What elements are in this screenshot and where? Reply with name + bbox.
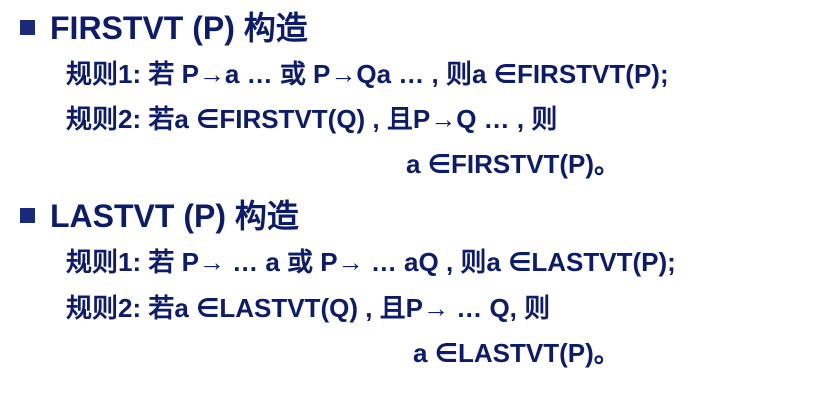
lastvt-rule-1: 规则1: 若 P→ … a 或 P→ … aQ , 则a ∈LASTVT(P);	[66, 247, 676, 277]
bullet-square-icon	[20, 20, 35, 35]
lastvt-rule-2: 规则2: 若a ∈LASTVT(Q) , 且P→ … Q, 则	[66, 293, 551, 323]
bullet-square-icon	[20, 208, 35, 223]
lastvt-rule-2-continuation: a ∈LASTVT(P)。	[413, 338, 620, 368]
firstvt-rule-1: 规则1: 若 P→a … 或 P→Qa … , 则a ∈FIRSTVT(P);	[66, 59, 669, 89]
firstvt-rule-2: 规则2: 若a ∈FIRSTVT(Q) , 且P→Q … , 则	[66, 104, 558, 134]
lastvt-heading: LASTVT (P) 构造	[50, 198, 299, 234]
firstvt-heading: FIRSTVT (P) 构造	[50, 10, 308, 46]
firstvt-rule-2-continuation: a ∈FIRSTVT(P)。	[406, 149, 620, 179]
